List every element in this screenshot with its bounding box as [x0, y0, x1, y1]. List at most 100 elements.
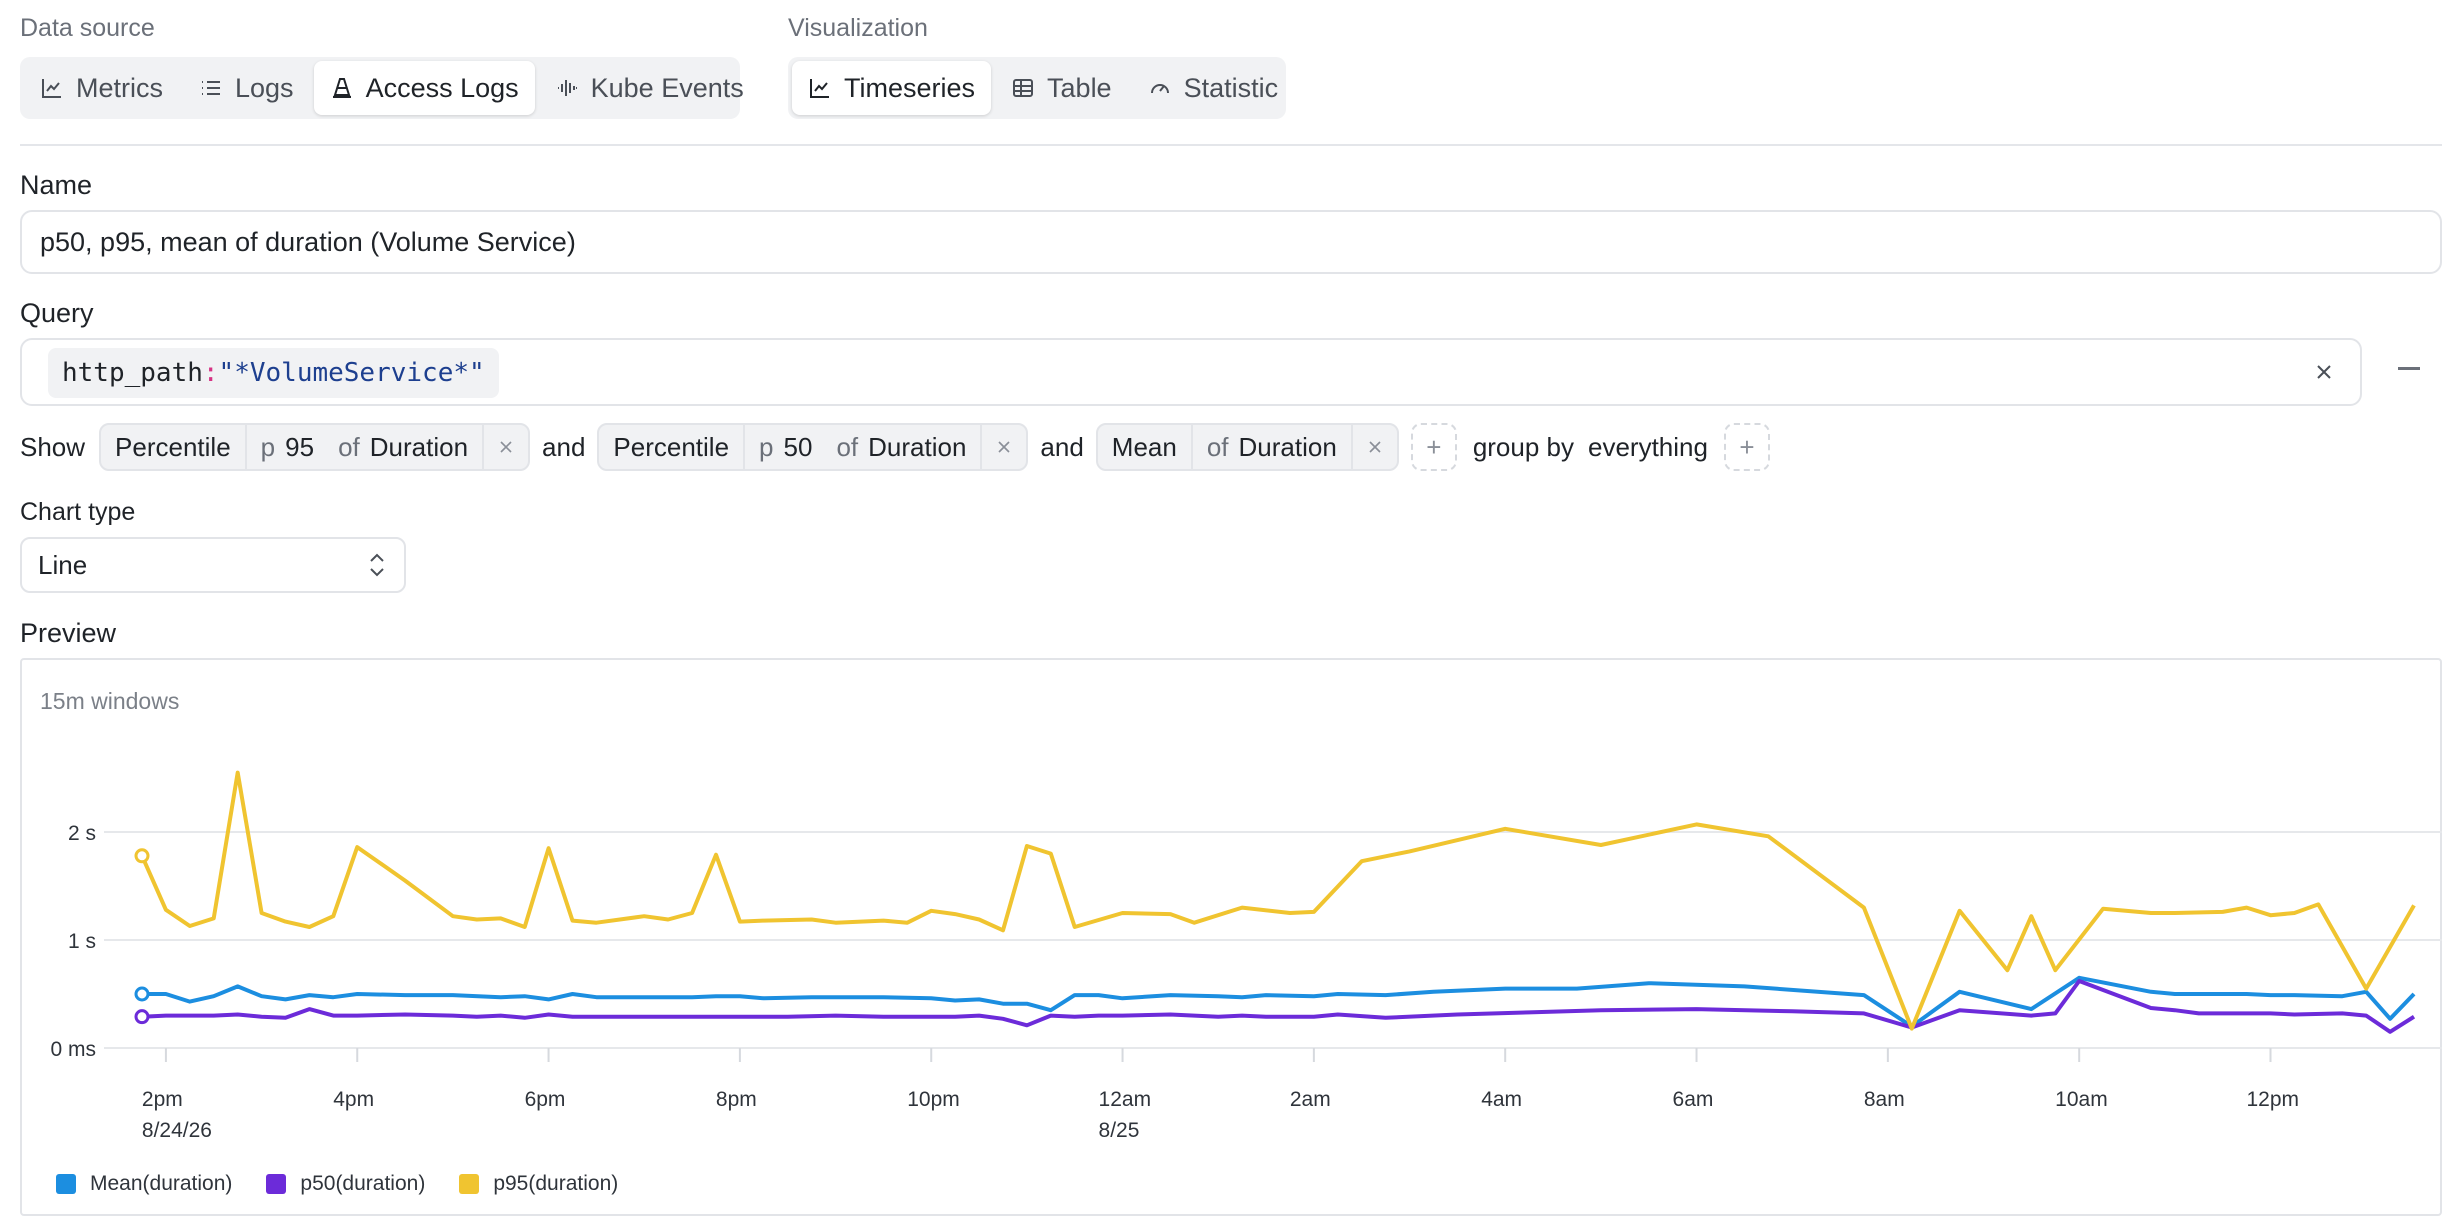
legend-label: p95(duration)	[493, 1172, 619, 1195]
percentile-prefix: p	[759, 431, 774, 462]
x-tick-label: 8am	[1864, 1088, 1905, 1111]
aggregation-chip-p50[interactable]: Percentile p 50 of Duration	[597, 423, 1029, 471]
legend-label: p50(duration)	[300, 1172, 426, 1195]
query-colon: :	[202, 358, 219, 388]
x-tick-label: 12am	[1099, 1088, 1152, 1111]
percentile-value: 95	[285, 431, 315, 462]
series-line-p50(duration)	[141, 979, 2416, 1034]
aggregation-chip-mean[interactable]: Mean of Duration	[1095, 423, 1399, 471]
gauge-icon	[1150, 84, 1169, 94]
data-source-kube-events[interactable]: Kube Events	[539, 61, 760, 115]
of-label: of	[338, 431, 360, 462]
clear-query-icon[interactable]	[2312, 360, 2336, 384]
visualization-segmented-control: Timeseries Table Statistic	[788, 57, 1286, 119]
legend-swatch	[56, 1174, 76, 1194]
data-source-metrics[interactable]: Metrics	[24, 61, 179, 115]
aggregation-field: Duration	[868, 431, 967, 462]
close-icon	[500, 441, 512, 453]
series-line-Mean(duration)	[142, 975, 2416, 1029]
x-tick-sublabel: 8/25	[1099, 1119, 1140, 1142]
table-icon	[1013, 79, 1034, 97]
visualization-timeseries[interactable]: Timeseries	[792, 61, 992, 115]
x-tick-label: 6pm	[525, 1088, 566, 1111]
y-tick-label: 2 s	[68, 822, 96, 845]
visualization-statistic-label: Statistic	[1183, 72, 1279, 103]
y-tick-label: 1 s	[68, 930, 96, 953]
remove-aggregation-button[interactable]	[982, 425, 1026, 469]
chart-type-label: Chart type	[20, 498, 136, 526]
add-aggregation-button[interactable]: +	[1410, 423, 1457, 471]
aggregation-row: Show Percentile p 95 of Duration and Per…	[20, 422, 1782, 472]
line-chart: 0 ms 1 s 2 s 2pm 8/24/26 4pm 6pm 8pm 10pm 12am 8/2…	[50, 770, 2442, 1142]
chart-type-select[interactable]: Line	[20, 537, 406, 593]
line-chart-icon	[42, 79, 61, 98]
of-label: of	[836, 431, 859, 462]
legend-swatch	[459, 1174, 480, 1194]
series-start-marker	[134, 848, 150, 864]
y-tick-label: 0 ms	[50, 1038, 96, 1061]
x-tick-sublabel: 8/24/26	[142, 1119, 212, 1142]
section-divider	[20, 144, 2442, 146]
chart-legend: Mean(duration) p50(duration) p95(duration)	[56, 1172, 618, 1196]
chevron-up-down-icon	[370, 553, 384, 577]
remove-query-icon[interactable]	[2398, 367, 2420, 370]
remove-aggregation-button[interactable]	[484, 425, 528, 469]
aggregation-params[interactable]: p 95 of Duration	[247, 425, 485, 469]
aggregation-function[interactable]: Percentile	[599, 425, 746, 469]
legend-item[interactable]: p95(duration)	[459, 1172, 618, 1196]
visualization-table[interactable]: Table	[995, 61, 1128, 115]
legend-item[interactable]: p50(duration)	[266, 1172, 425, 1196]
data-source-logs-label: Logs	[235, 72, 294, 103]
chart-preview: 15m windows 0 ms 1 s2 s 2pm 8/24/26 4pm 6pm 8p…	[20, 658, 2442, 1216]
show-label: Show	[20, 431, 86, 462]
series-start-marker	[134, 1009, 150, 1025]
percentile-value: 50	[783, 431, 813, 462]
aggregation-field: Duration	[1238, 431, 1337, 462]
x-tick-label: 8pm	[716, 1088, 757, 1111]
percentile-prefix: p	[260, 431, 276, 462]
x-tick-label: 4pm	[333, 1088, 374, 1111]
data-source-label: Data source	[20, 14, 155, 42]
series-start-marker	[134, 986, 150, 1002]
data-source-metrics-label: Metrics	[76, 72, 163, 103]
visualization-timeseries-label: Timeseries	[844, 72, 976, 103]
line-chart-icon	[810, 79, 829, 98]
query-label: Query	[20, 298, 94, 328]
data-source-logs[interactable]: Logs	[183, 61, 310, 115]
data-source-segmented-control: Metrics Logs Access Logs Kube Events	[20, 57, 744, 119]
traffic-cone-icon	[332, 78, 351, 98]
aggregation-field: Duration	[369, 431, 469, 462]
query-input[interactable]: http_path: "*VolumeService*"	[20, 338, 2362, 406]
name-input-value: p50, p95, mean of duration (Volume Servi…	[40, 226, 576, 257]
plus-icon: +	[1426, 431, 1442, 462]
legend-item[interactable]: Mean(duration)	[56, 1172, 232, 1196]
remove-aggregation-button[interactable]	[1353, 425, 1397, 469]
aggregation-function[interactable]: Mean	[1098, 425, 1193, 469]
query-filter-chip[interactable]: http_path: "*VolumeService*"	[48, 348, 499, 398]
list-icon	[202, 81, 220, 95]
and-connector: and	[542, 431, 586, 462]
aggregation-chip-p95[interactable]: Percentile p 95 of Duration	[99, 423, 531, 471]
aggregation-function[interactable]: Percentile	[101, 425, 247, 469]
aggregation-params[interactable]: p 50 of Duration	[745, 425, 983, 469]
group-by-value[interactable]: everything	[1588, 432, 1712, 463]
chart-type-value: Line	[38, 549, 88, 580]
plus-icon: +	[1739, 431, 1755, 462]
query-value: "*VolumeService*"	[218, 358, 485, 388]
x-tick-label: 6am	[1673, 1088, 1714, 1111]
legend-label: Mean(duration)	[90, 1172, 233, 1195]
name-input[interactable]: p50, p95, mean of duration (Volume Servi…	[20, 210, 2442, 274]
visualization-statistic[interactable]: Statistic	[1132, 61, 1295, 115]
legend-swatch	[266, 1174, 287, 1194]
of-label: of	[1206, 431, 1229, 462]
name-label: Name	[20, 170, 93, 200]
add-group-by-button[interactable]: +	[1723, 423, 1770, 471]
x-tick-label: 4am	[1481, 1088, 1522, 1111]
aggregation-params[interactable]: of Duration	[1193, 425, 1353, 469]
data-source-kube-events-label: Kube Events	[590, 72, 744, 103]
data-source-access-logs[interactable]: Access Logs	[313, 61, 535, 115]
visualization-table-label: Table	[1047, 72, 1112, 103]
and-connector: and	[1040, 431, 1084, 462]
x-tick-label: 10pm	[907, 1088, 960, 1111]
x-tick-label: 12pm	[2247, 1088, 2300, 1111]
